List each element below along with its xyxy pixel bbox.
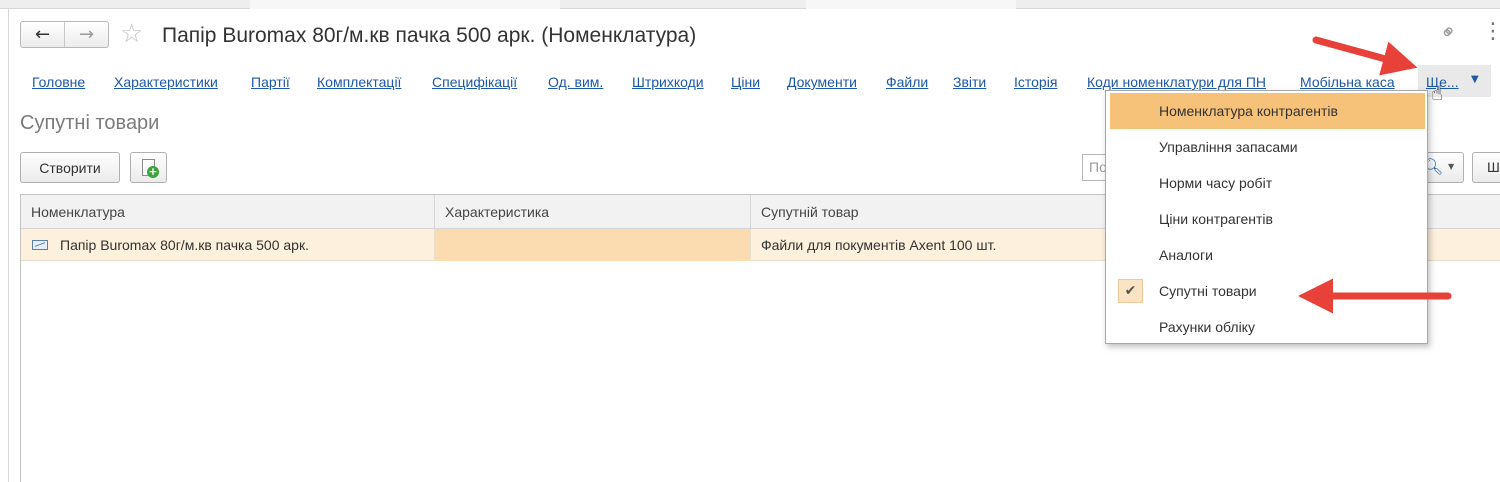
menu-item-accounts[interactable]: Рахунки обліку — [1106, 309, 1427, 345]
create-button[interactable]: Створити — [20, 152, 120, 183]
arrow-left-icon: ← — [34, 24, 51, 45]
plus-icon: + — [147, 165, 159, 178]
menu-item-work-time-norms[interactable]: Норми часу робіт — [1106, 165, 1427, 201]
cell-nomenclature[interactable]: Папір Buromax 80г/м.кв пачка 500 арк. — [21, 229, 435, 261]
top-strip-segment — [250, 0, 560, 9]
checkmark-icon: ✔ — [1118, 279, 1143, 303]
tab-reports[interactable]: Звіти — [953, 73, 986, 91]
tab-history[interactable]: Історія — [1014, 73, 1057, 91]
menu-item-related-goods-label: Супутні товари — [1159, 283, 1257, 299]
hand-cursor-icon: ☝︎ — [1431, 81, 1444, 105]
tab-barcodes[interactable]: Штрихкоди — [632, 73, 704, 91]
more-toolbar-button[interactable]: Ш — [1472, 152, 1500, 183]
tab-units[interactable]: Од. вим. — [548, 73, 603, 91]
menu-item-stock-management[interactable]: Управління запасами — [1106, 129, 1427, 165]
link-icon[interactable]: ⚭ — [1434, 18, 1463, 47]
menu-item-analogs[interactable]: Аналоги — [1106, 237, 1427, 273]
add-copy-button[interactable]: + — [130, 152, 167, 183]
tab-kits[interactable]: Комплектації — [317, 73, 401, 91]
tab-batches[interactable]: Партії — [251, 73, 290, 91]
navigation-buttons: ← → — [20, 21, 109, 48]
section-title: Супутні товари — [20, 112, 160, 134]
page-title: Папір Buromax 80г/м.кв пачка 500 арк. (Н… — [162, 24, 697, 47]
annotation-arrow-more — [1312, 36, 1418, 76]
tab-nomenclature-codes[interactable]: Коди номенклатури для ПН — [1087, 73, 1266, 91]
forward-button[interactable]: → — [65, 22, 108, 47]
tab-specifications[interactable]: Специфікації — [432, 73, 517, 91]
cell-characteristic[interactable] — [435, 229, 751, 261]
favorite-star-icon[interactable]: ☆ — [120, 20, 143, 48]
left-divider — [8, 9, 9, 482]
back-button[interactable]: ← — [21, 22, 65, 47]
column-header-nomenclature[interactable]: Номенклатура — [21, 195, 435, 229]
more-tabs-dropdown: Номенклатура контрагентів Управління зап… — [1105, 90, 1428, 344]
tab-prices[interactable]: Ціни — [731, 73, 760, 91]
caret-down-icon: ▼ — [1471, 74, 1479, 85]
tab-mobile-cashier[interactable]: Мобільна каса — [1300, 73, 1395, 91]
tab-documents[interactable]: Документи — [787, 73, 857, 91]
catalog-item-icon — [32, 240, 48, 250]
menu-item-related-goods[interactable]: ✔ Супутні товари — [1106, 273, 1427, 309]
menu-item-counterparty-nomenclature[interactable]: Номенклатура контрагентів — [1110, 93, 1425, 129]
tab-files[interactable]: Файли — [886, 73, 928, 91]
arrow-right-icon: → — [78, 24, 95, 45]
more-options-icon[interactable]: ⋮ — [1482, 19, 1500, 44]
tab-characteristics[interactable]: Характеристики — [114, 73, 218, 91]
column-header-characteristic[interactable]: Характеристика — [435, 195, 751, 229]
cell-nomenclature-text: Папір Buromax 80г/м.кв пачка 500 арк. — [60, 237, 309, 253]
caret-down-icon: ▼ — [1448, 162, 1455, 171]
window-top-strip — [0, 0, 1500, 9]
top-strip-segment — [806, 0, 1016, 9]
tab-main[interactable]: Головне — [32, 73, 85, 91]
tab-more-button[interactable]: Ще... ▼ — [1418, 65, 1491, 97]
menu-item-counterparty-prices[interactable]: Ціни контрагентів — [1106, 201, 1427, 237]
